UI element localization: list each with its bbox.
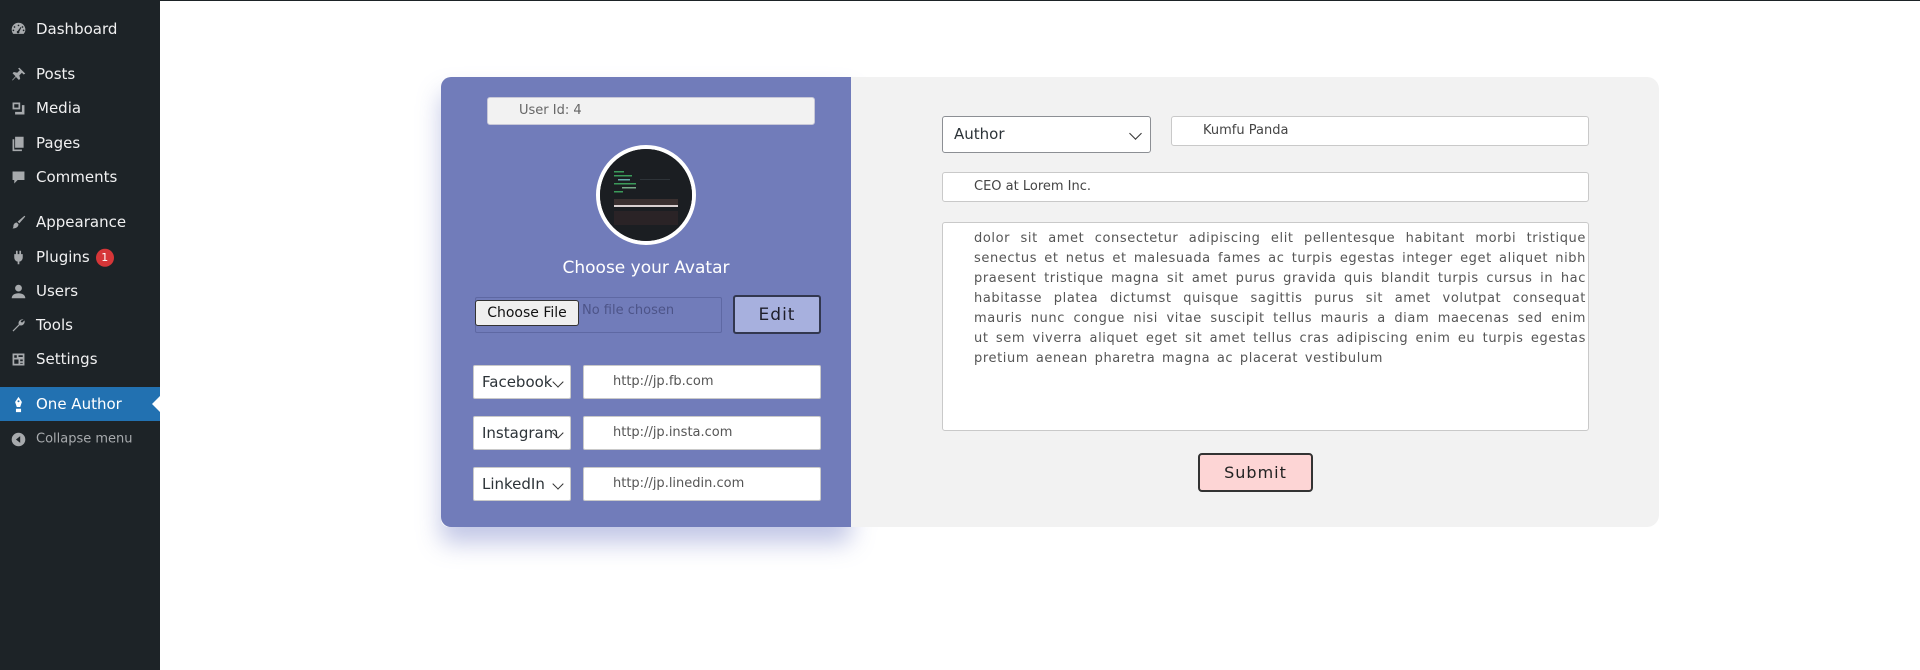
bio-textarea[interactable]: dolor sit amet consectetur adipiscing el… — [942, 222, 1589, 431]
avatar-label: Choose your Avatar — [562, 258, 730, 278]
top-border — [160, 0, 1920, 1]
sidebar-item-pages[interactable]: Pages — [0, 126, 160, 160]
submit-button[interactable]: Submit — [1198, 453, 1313, 492]
comment-icon — [9, 168, 27, 186]
dashboard-icon — [9, 20, 27, 38]
media-icon — [9, 99, 27, 117]
sidebar-item-label: Media — [36, 99, 82, 117]
avatar[interactable] — [596, 145, 696, 245]
sidebar-item-one-author[interactable]: One Author — [0, 387, 160, 421]
sidebar-item-appearance[interactable]: Appearance — [0, 205, 160, 239]
sidebar-item-posts[interactable]: Posts — [0, 57, 160, 91]
profile-panel: User Id: 4 Choose your Avatar Choose Fil… — [441, 77, 851, 527]
instagram-url-input[interactable]: http://jp.insta.com — [583, 416, 821, 450]
sidebar-item-label: Posts — [36, 65, 76, 83]
social-select-instagram[interactable]: Instagram — [473, 416, 571, 450]
admin-sidebar: Dashboard Posts Media Pages Comments App… — [0, 0, 160, 670]
plug-icon — [9, 248, 27, 266]
social-select-linkedin[interactable]: LinkedIn — [473, 467, 571, 501]
sidebar-item-tools[interactable]: Tools — [0, 308, 160, 342]
sidebar-item-media[interactable]: Media — [0, 91, 160, 125]
file-status: No file chosen — [582, 303, 675, 318]
social-select-value: Instagram — [482, 424, 559, 442]
role-select-value: Author — [954, 125, 1005, 143]
user-icon — [9, 282, 27, 300]
sidebar-item-label: Users — [36, 282, 79, 300]
social-select-value: Facebook — [482, 373, 553, 391]
job-title-input[interactable]: CEO at Lorem Inc. — [942, 172, 1589, 202]
choose-file-button[interactable]: Choose File — [475, 300, 579, 326]
sidebar-item-label: One Author — [36, 395, 122, 413]
sidebar-item-label: Tools — [36, 316, 73, 334]
social-select-facebook[interactable]: Facebook — [473, 365, 571, 399]
chevron-down-icon — [552, 376, 564, 388]
sidebar-item-label: Pages — [36, 134, 81, 152]
sidebar-item-settings[interactable]: Settings — [0, 342, 160, 376]
pen-icon — [9, 395, 27, 413]
avatar-image — [600, 149, 692, 241]
social-select-value: LinkedIn — [482, 475, 545, 493]
sidebar-item-plugins[interactable]: Plugins 1 — [0, 240, 160, 274]
collapse-menu-button[interactable]: Collapse menu — [0, 422, 160, 456]
chevron-down-icon — [552, 478, 564, 490]
sidebar-item-users[interactable]: Users — [0, 274, 160, 308]
pages-icon — [9, 134, 27, 152]
sidebar-item-comments[interactable]: Comments — [0, 160, 160, 194]
sidebar-item-label: Comments — [36, 168, 118, 186]
sidebar-item-label: Dashboard — [36, 20, 118, 38]
chevron-down-icon — [1129, 127, 1142, 140]
settings-icon — [9, 350, 27, 368]
facebook-url-input[interactable]: http://jp.fb.com — [583, 365, 821, 399]
user-id-field: User Id: 4 — [487, 97, 815, 125]
role-select[interactable]: Author — [942, 116, 1151, 153]
author-details-panel: Author Kumfu Panda CEO at Lorem Inc. dol… — [851, 77, 1659, 527]
name-input[interactable]: Kumfu Panda — [1171, 116, 1589, 146]
collapse-menu-label: Collapse menu — [36, 431, 133, 447]
sidebar-item-label: Appearance — [36, 213, 127, 231]
linkedin-url-input[interactable]: http://jp.linedin.com — [583, 467, 821, 501]
wrench-icon — [9, 316, 27, 334]
edit-button[interactable]: Edit — [733, 295, 821, 334]
sidebar-item-label: Plugins — [36, 247, 90, 266]
sidebar-item-dashboard[interactable]: Dashboard — [0, 12, 160, 46]
sidebar-item-label: Settings — [36, 350, 98, 368]
update-count-badge: 1 — [95, 248, 114, 267]
brush-icon — [9, 213, 27, 231]
pin-icon — [9, 65, 27, 83]
collapse-arrow-icon — [9, 430, 27, 448]
